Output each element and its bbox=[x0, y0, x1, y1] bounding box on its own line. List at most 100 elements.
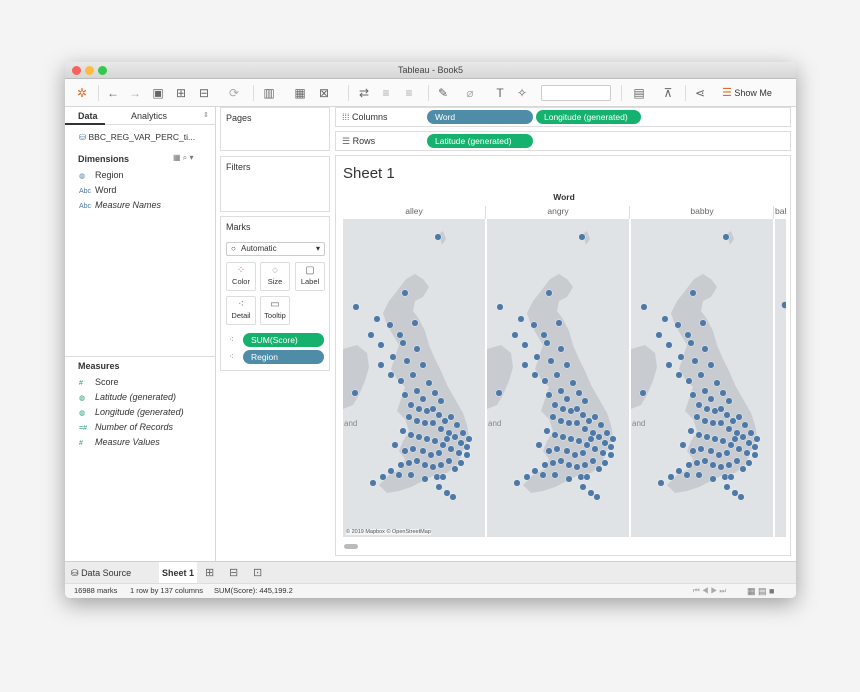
region-mark[interactable] bbox=[747, 429, 755, 437]
clear-icon[interactable]: ⊠ bbox=[317, 85, 331, 101]
region-mark[interactable] bbox=[439, 441, 447, 449]
region-mark[interactable] bbox=[657, 479, 665, 487]
region-mark[interactable] bbox=[555, 319, 563, 327]
region-mark[interactable] bbox=[535, 441, 543, 449]
region-mark[interactable] bbox=[433, 473, 441, 481]
datasource-item[interactable]: ⛁ BBC_REG_VAR_PERC_ti... bbox=[79, 132, 195, 143]
region-mark[interactable] bbox=[701, 387, 709, 395]
region-mark[interactable] bbox=[689, 289, 697, 297]
region-mark[interactable] bbox=[693, 413, 701, 421]
region-mark[interactable] bbox=[699, 319, 707, 327]
region-mark[interactable] bbox=[463, 451, 471, 459]
region-mark[interactable] bbox=[607, 451, 615, 459]
region-mark[interactable] bbox=[397, 377, 405, 385]
region-mark[interactable] bbox=[541, 461, 549, 469]
region-mark[interactable] bbox=[557, 457, 565, 465]
map-panel-babby[interactable]: and bbox=[631, 219, 774, 537]
region-mark[interactable] bbox=[675, 371, 683, 379]
region-mark[interactable] bbox=[599, 449, 607, 457]
region-mark[interactable] bbox=[709, 475, 717, 483]
region-mark[interactable] bbox=[434, 233, 442, 241]
region-mark[interactable] bbox=[511, 331, 519, 339]
region-mark[interactable] bbox=[419, 361, 427, 369]
region-mark[interactable] bbox=[745, 439, 753, 447]
region-mark[interactable] bbox=[697, 371, 705, 379]
region-mark[interactable] bbox=[591, 413, 599, 421]
chevron-updown-icon[interactable]: ⇕ bbox=[203, 111, 209, 119]
region-mark[interactable] bbox=[543, 427, 551, 435]
region-pill[interactable]: Region bbox=[243, 350, 324, 364]
region-mark[interactable] bbox=[531, 467, 539, 475]
region-mark[interactable] bbox=[459, 429, 467, 437]
region-mark[interactable] bbox=[413, 457, 421, 465]
region-mark[interactable] bbox=[573, 419, 581, 427]
region-mark[interactable] bbox=[435, 483, 443, 491]
region-mark[interactable] bbox=[567, 407, 575, 415]
column-header-angry[interactable]: angry bbox=[487, 206, 630, 219]
region-mark[interactable] bbox=[377, 341, 385, 349]
region-mark[interactable] bbox=[573, 463, 581, 471]
region-mark[interactable] bbox=[447, 445, 455, 453]
color-button[interactable]: ⁘ Color bbox=[226, 262, 256, 291]
region-mark[interactable] bbox=[689, 391, 697, 399]
region-mark[interactable] bbox=[597, 421, 605, 429]
region-mark[interactable] bbox=[409, 371, 417, 379]
region-mark[interactable] bbox=[674, 321, 682, 329]
region-mark[interactable] bbox=[559, 433, 567, 441]
region-mark[interactable] bbox=[581, 461, 589, 469]
region-mark[interactable] bbox=[667, 473, 675, 481]
filters-card[interactable]: Filters bbox=[220, 156, 330, 212]
region-mark[interactable] bbox=[731, 489, 739, 497]
region-mark[interactable] bbox=[711, 407, 719, 415]
detail-button[interactable]: ⁖ Detail bbox=[226, 296, 256, 325]
region-mark[interactable] bbox=[397, 461, 405, 469]
region-mark[interactable] bbox=[429, 419, 437, 427]
region-mark[interactable] bbox=[415, 405, 423, 413]
region-mark[interactable] bbox=[423, 435, 431, 443]
region-mark[interactable] bbox=[697, 445, 705, 453]
region-mark[interactable] bbox=[409, 445, 417, 453]
share-icon[interactable]: ⋖ bbox=[693, 85, 707, 101]
region-mark[interactable] bbox=[687, 427, 695, 435]
region-mark[interactable] bbox=[447, 413, 455, 421]
region-mark[interactable] bbox=[547, 357, 555, 365]
new-story-icon[interactable]: ⊡ bbox=[253, 562, 262, 584]
region-mark[interactable] bbox=[441, 417, 449, 425]
region-mark[interactable] bbox=[545, 289, 553, 297]
region-mark[interactable] bbox=[683, 471, 691, 479]
region-mark[interactable] bbox=[571, 451, 579, 459]
region-mark[interactable] bbox=[661, 315, 669, 323]
region-mark[interactable] bbox=[453, 421, 461, 429]
region-mark[interactable] bbox=[431, 389, 439, 397]
region-mark[interactable] bbox=[351, 389, 359, 397]
field-measure-names[interactable]: Abc Measure Names bbox=[79, 199, 161, 211]
region-mark[interactable] bbox=[585, 417, 593, 425]
region-mark[interactable] bbox=[609, 435, 617, 443]
region-mark[interactable] bbox=[655, 331, 663, 339]
region-mark[interactable] bbox=[595, 433, 603, 441]
sheet-1-tab[interactable]: Sheet 1 bbox=[159, 562, 197, 584]
region-mark[interactable] bbox=[457, 459, 465, 467]
region-mark[interactable] bbox=[413, 417, 421, 425]
region-mark[interactable] bbox=[727, 473, 735, 481]
region-mark[interactable] bbox=[587, 435, 595, 443]
region-mark[interactable] bbox=[551, 431, 559, 439]
region-mark[interactable] bbox=[563, 361, 571, 369]
region-mark[interactable] bbox=[496, 303, 504, 311]
region-mark[interactable] bbox=[685, 461, 693, 469]
column-header-babby[interactable]: babby bbox=[631, 206, 774, 219]
forward-icon[interactable]: → bbox=[128, 85, 142, 101]
region-mark[interactable] bbox=[575, 437, 583, 445]
region-mark[interactable] bbox=[435, 411, 443, 419]
region-mark[interactable] bbox=[539, 471, 547, 479]
region-mark[interactable] bbox=[684, 331, 692, 339]
region-mark[interactable] bbox=[723, 449, 731, 457]
region-mark[interactable] bbox=[695, 431, 703, 439]
region-mark[interactable] bbox=[579, 411, 587, 419]
region-mark[interactable] bbox=[445, 457, 453, 465]
label-icon[interactable]: T bbox=[493, 85, 507, 101]
region-mark[interactable] bbox=[717, 463, 725, 471]
region-mark[interactable] bbox=[603, 429, 611, 437]
tab-analytics[interactable]: Analytics bbox=[131, 111, 167, 121]
region-mark[interactable] bbox=[587, 489, 595, 497]
